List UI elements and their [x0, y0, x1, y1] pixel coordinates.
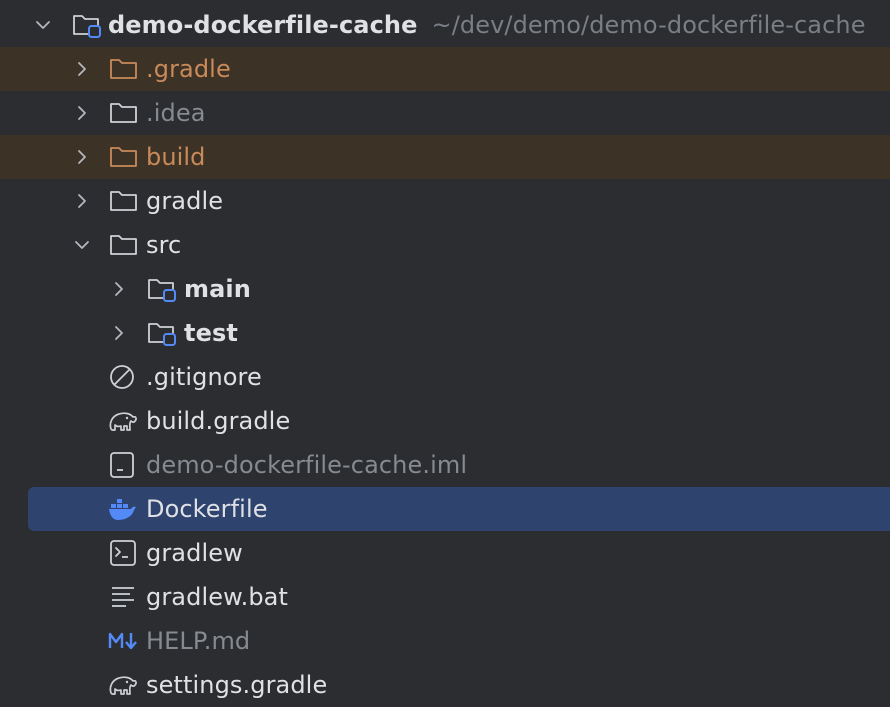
tree-item-gradle-cache[interactable]: .gradle — [0, 47, 890, 91]
project-tree: demo-dockerfile-cache ~/dev/demo/demo-doc… — [0, 0, 890, 704]
tree-item-label: gradlew — [146, 539, 243, 567]
gradle-elephant-icon — [108, 672, 138, 698]
module-folder-icon — [147, 320, 177, 346]
tree-root-row[interactable]: demo-dockerfile-cache ~/dev/demo/demo-doc… — [0, 3, 890, 47]
docker-whale-icon — [108, 496, 138, 522]
tree-item-label: test — [184, 319, 238, 347]
chevron-right-icon[interactable] — [109, 323, 129, 343]
tree-item-label: gradle — [146, 187, 224, 215]
chevron-down-icon[interactable] — [33, 15, 53, 35]
tree-item-label: Dockerfile — [146, 495, 268, 523]
chevron-right-icon[interactable] — [72, 191, 92, 211]
tree-item-label: main — [184, 275, 251, 303]
tree-item-gradle[interactable]: gradle — [0, 179, 890, 223]
tree-item-dockerfile[interactable]: Dockerfile — [28, 487, 890, 531]
tree-item-label: build.gradle — [146, 407, 291, 435]
chevron-down-icon[interactable] — [72, 235, 92, 255]
tree-item-label: gradlew.bat — [146, 583, 288, 611]
chevron-right-icon[interactable] — [72, 103, 92, 123]
tree-item-help-md[interactable]: HELP.md — [0, 619, 890, 663]
module-folder-icon — [72, 12, 102, 38]
tree-item-build[interactable]: build — [0, 135, 890, 179]
tree-item-label: .idea — [146, 99, 206, 127]
chevron-right-icon[interactable] — [72, 59, 92, 79]
tree-item-main[interactable]: main — [0, 267, 890, 311]
terminal-script-icon — [109, 540, 139, 566]
tree-item-gradlew-bat[interactable]: gradlew.bat — [0, 575, 890, 619]
gradle-elephant-icon — [108, 408, 138, 434]
tree-item-idea[interactable]: .idea — [0, 91, 890, 135]
tree-item-src[interactable]: src — [0, 223, 890, 267]
chevron-right-icon[interactable] — [72, 147, 92, 167]
tree-item-label: .gradle — [146, 55, 231, 83]
tree-item-iml[interactable]: demo-dockerfile-cache.iml — [0, 443, 890, 487]
tree-item-label: .gitignore — [146, 363, 262, 391]
tree-item-label: HELP.md — [146, 627, 251, 655]
tree-item-label: settings.gradle — [146, 671, 328, 699]
tree-root-label: demo-dockerfile-cache ~/dev/demo/demo-doc… — [108, 3, 866, 47]
folder-icon — [109, 56, 139, 82]
folder-icon — [109, 100, 139, 126]
tree-item-settings-gradle[interactable]: settings.gradle — [0, 663, 890, 707]
tree-item-build-gradle[interactable]: build.gradle — [0, 399, 890, 443]
tree-item-label: demo-dockerfile-cache.iml — [146, 451, 468, 479]
folder-icon — [109, 144, 139, 170]
tree-item-gitignore[interactable]: .gitignore — [0, 355, 890, 399]
tree-item-gradlew[interactable]: gradlew — [0, 531, 890, 575]
text-lines-icon — [109, 584, 139, 610]
chevron-right-icon[interactable] — [109, 279, 129, 299]
markdown-icon — [108, 628, 138, 654]
tree-item-test[interactable]: test — [0, 311, 890, 355]
folder-icon — [109, 188, 139, 214]
ignore-file-icon — [109, 364, 139, 390]
folder-icon — [109, 232, 139, 258]
tree-item-label: build — [146, 143, 206, 171]
root-name: demo-dockerfile-cache — [108, 11, 418, 39]
module-folder-icon — [147, 276, 177, 302]
tree-item-label: src — [146, 231, 182, 259]
root-path: ~/dev/demo/demo-dockerfile-cache — [431, 11, 866, 39]
iml-file-icon — [109, 452, 139, 478]
